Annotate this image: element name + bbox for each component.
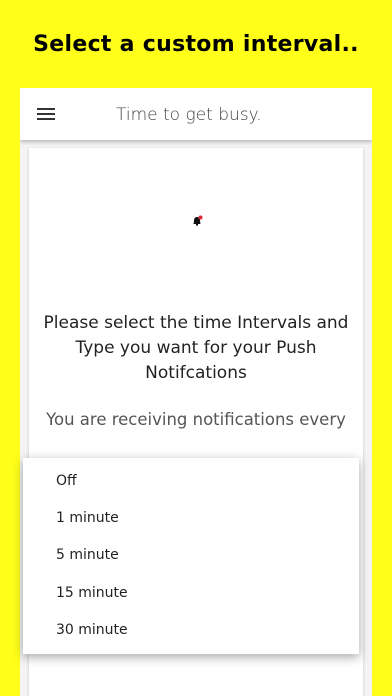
interval-option-30-minute[interactable]: 30 minute: [23, 611, 359, 648]
interval-option-15-minute[interactable]: 15 minute: [23, 574, 359, 611]
hamburger-menu-icon[interactable]: [37, 108, 55, 120]
app-bar: Time to get busy.: [20, 88, 372, 140]
interval-option-1-minute[interactable]: 1 minute: [23, 499, 359, 536]
bell-icon: [193, 215, 203, 226]
interval-option-5-minute[interactable]: 5 minute: [23, 536, 359, 573]
promo-banner-title: Select a custom interval..: [33, 31, 359, 57]
app-title: Time to get busy.: [116, 105, 262, 125]
interval-option-off[interactable]: Off: [23, 462, 359, 499]
interval-dropdown-menu[interactable]: Off 1 minute 5 minute 15 minute 30 minut…: [23, 458, 359, 654]
interval-prompt: Please select the time Intervals and Typ…: [43, 313, 349, 383]
receiving-notifications-text: You are receiving notifications every: [46, 410, 346, 429]
